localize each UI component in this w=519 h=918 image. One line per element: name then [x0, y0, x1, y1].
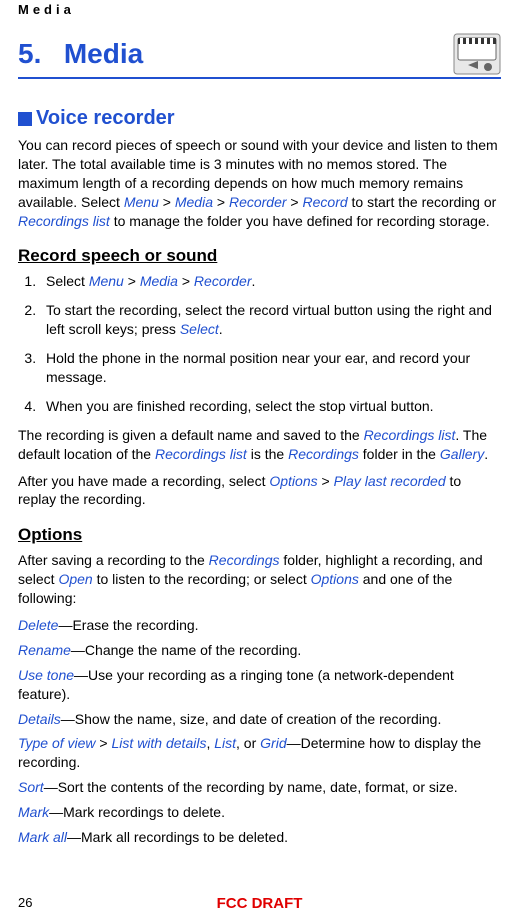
- section-title: Voice recorder: [36, 107, 175, 130]
- option-rename: Rename—Change the name of the recording.: [18, 641, 501, 660]
- option-key: Mark: [18, 804, 49, 820]
- option-text: —Erase the recording.: [58, 617, 198, 633]
- section-heading: Voice recorder: [18, 107, 501, 130]
- options-link: Options: [311, 571, 359, 587]
- menu-link: Menu: [89, 273, 124, 289]
- subsection-record: Record speech or sound: [18, 246, 501, 266]
- media-link: Media: [175, 194, 213, 210]
- after-steps-p1: The recording is given a default name an…: [18, 426, 501, 464]
- option-key: Type of view: [18, 735, 96, 751]
- option-key: Mark all: [18, 829, 67, 845]
- chapter-number: 5.: [18, 38, 41, 69]
- recorder-link: Recorder: [229, 194, 287, 210]
- text: to start the recording or: [348, 194, 497, 210]
- text: The recording is given a default name an…: [18, 427, 364, 443]
- option-text: —Mark all recordings to be deleted.: [67, 829, 288, 845]
- option-text: —Use your recording as a ringing tone (a…: [18, 667, 454, 702]
- page-number: 26: [18, 895, 32, 910]
- gallery-link: Gallery: [440, 446, 484, 462]
- running-header: Media: [18, 2, 501, 17]
- options-intro: After saving a recording to the Recordin…: [18, 551, 501, 608]
- text: folder in the: [359, 446, 440, 462]
- option-text: —Mark recordings to delete.: [49, 804, 225, 820]
- text: After you have made a recording, select: [18, 473, 269, 489]
- text: >: [96, 735, 112, 751]
- option-text: —Show the name, size, and date of creati…: [61, 711, 442, 727]
- text: , or: [236, 735, 260, 751]
- step-4: When you are finished recording, select …: [40, 397, 501, 416]
- chapter-heading: 5. Media: [18, 33, 501, 79]
- recorder-link: Recorder: [194, 273, 252, 289]
- option-key: Use tone: [18, 667, 74, 683]
- grid-link: Grid: [260, 735, 286, 751]
- media-link: Media: [140, 273, 178, 289]
- chapter-title: Media: [64, 38, 143, 69]
- text: .: [252, 273, 256, 289]
- option-text: —Sort the contents of the recording by n…: [44, 779, 458, 795]
- option-usetone: Use tone—Use your recording as a ringing…: [18, 666, 501, 704]
- text: To start the recording, select the recor…: [46, 302, 492, 337]
- list-with-details-link: List with details: [112, 735, 207, 751]
- option-details: Details—Show the name, size, and date of…: [18, 710, 501, 729]
- list-link: List: [214, 735, 236, 751]
- media-icon: [453, 33, 501, 75]
- option-sort: Sort—Sort the contents of the recording …: [18, 778, 501, 797]
- option-mark: Mark—Mark recordings to delete.: [18, 803, 501, 822]
- recordings-list-link: Recordings list: [364, 427, 456, 443]
- recordings-list-link: Recordings list: [18, 213, 110, 229]
- recordings-link: Recordings: [288, 446, 359, 462]
- section-bullet-icon: [18, 112, 32, 126]
- options-link: Options: [269, 473, 317, 489]
- steps-list: Select Menu > Media > Recorder. To start…: [18, 272, 501, 415]
- text: >: [318, 473, 334, 489]
- text: >: [287, 194, 303, 210]
- footer: 26 FCC DRAFT: [18, 895, 501, 910]
- step-3: Hold the phone in the normal position ne…: [40, 349, 501, 387]
- menu-link: Menu: [124, 194, 159, 210]
- select-link: Select: [180, 321, 219, 337]
- text: Select: [46, 273, 89, 289]
- after-steps-p2: After you have made a recording, select …: [18, 472, 501, 510]
- step-1: Select Menu > Media > Recorder.: [40, 272, 501, 291]
- step-2: To start the recording, select the recor…: [40, 301, 501, 339]
- option-markall: Mark all—Mark all recordings to be delet…: [18, 828, 501, 847]
- recordings-link: Recordings: [209, 552, 280, 568]
- text: to manage the folder you have defined fo…: [110, 213, 490, 229]
- subsection-options: Options: [18, 525, 501, 545]
- text: is the: [247, 446, 288, 462]
- play-last-link: Play last recorded: [334, 473, 446, 489]
- record-link: Record: [303, 194, 348, 210]
- chapter-title-wrap: 5. Media: [18, 38, 143, 70]
- text: After saving a recording to the: [18, 552, 209, 568]
- text: to listen to the recording; or select: [93, 571, 311, 587]
- option-delete: Delete—Erase the recording.: [18, 616, 501, 635]
- recordings-list-link: Recordings list: [155, 446, 247, 462]
- text: .: [219, 321, 223, 337]
- text: >: [159, 194, 175, 210]
- option-key: Delete: [18, 617, 58, 633]
- option-key: Rename: [18, 642, 71, 658]
- fcc-draft-label: FCC DRAFT: [217, 895, 303, 912]
- text: >: [213, 194, 229, 210]
- open-link: Open: [58, 571, 92, 587]
- option-text: —Change the name of the recording.: [71, 642, 301, 658]
- option-key: Details: [18, 711, 61, 727]
- option-key: Sort: [18, 779, 44, 795]
- option-typeview: Type of view > List with details, List, …: [18, 734, 501, 772]
- text: >: [124, 273, 140, 289]
- text: .: [484, 446, 488, 462]
- intro-paragraph: You can record pieces of speech or sound…: [18, 136, 501, 230]
- text: >: [178, 273, 194, 289]
